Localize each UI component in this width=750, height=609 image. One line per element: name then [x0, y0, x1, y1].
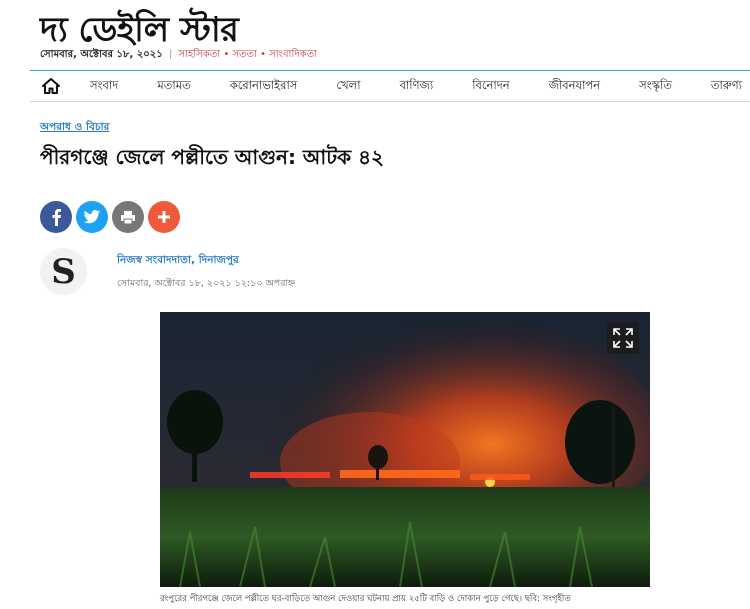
nav-item-coronavirus[interactable]: করোনাভাইরাস [230, 77, 298, 96]
nav-item-lifestyle[interactable]: জীবনযাপন [549, 77, 600, 96]
nav-item-business[interactable]: বাণিজ্য [400, 77, 434, 96]
nav-item-opinion[interactable]: মতামত [157, 77, 190, 96]
article-headline: পীরগঞ্জে জেলে পল্লীতে আগুন: আটক ৪২ [40, 145, 385, 169]
print-icon [121, 210, 135, 224]
photo-caption: রংপুরের পীরগঞ্জে জেলে পল্লীতে ঘর-বাড়িতে… [160, 594, 571, 604]
category-link[interactable]: অপরাধ ও বিচার [40, 120, 109, 137]
nav-item-entertainment[interactable]: বিনোদন [472, 77, 509, 96]
author-avatar: S [40, 248, 87, 295]
dateline-separator: | [168, 49, 173, 60]
share-buttons [40, 201, 180, 233]
site-motto: সাহসিকতা • সততা • সাংবাদিকতা [178, 49, 317, 60]
nav-item-culture[interactable]: সংস্কৃতি [639, 77, 672, 96]
plus-icon [158, 211, 170, 223]
article-photo[interactable] [160, 312, 650, 587]
main-nav: সংবাদ মতামত করোনাভাইরাস খেলা বাণিজ্য বিন… [30, 70, 750, 102]
twitter-icon [83, 209, 101, 223]
twitter-share-button[interactable] [76, 201, 108, 233]
nav-items: সংবাদ মতামত করোনাভাইরাস খেলা বাণিজ্য বিন… [66, 77, 750, 96]
expand-icon [613, 328, 633, 348]
author-name[interactable]: নিজস্ব সংবাদদাতা, দিনাজপুর [117, 253, 239, 270]
print-button[interactable] [112, 201, 144, 233]
dateline: সোমবার, অক্টোবর ১৮, ২০২১ | সাহসিকতা • সত… [40, 47, 317, 64]
publish-date: সোমবার, অক্টোবর ১৮, ২০২১ ১২:১০ অপরাহ্ন [117, 278, 296, 289]
fire-photo-image [160, 312, 650, 587]
facebook-icon [52, 209, 61, 226]
nav-item-youth[interactable]: তারুণ্য [711, 77, 742, 96]
home-icon[interactable] [30, 78, 66, 94]
expand-button[interactable] [607, 322, 639, 354]
more-share-button[interactable] [148, 201, 180, 233]
facebook-share-button[interactable] [40, 201, 72, 233]
current-date: সোমবার, অক্টোবর ১৮, ২০২১ [40, 49, 163, 60]
nav-item-news[interactable]: সংবাদ [90, 77, 118, 96]
nav-item-sports[interactable]: খেলা [336, 77, 360, 96]
